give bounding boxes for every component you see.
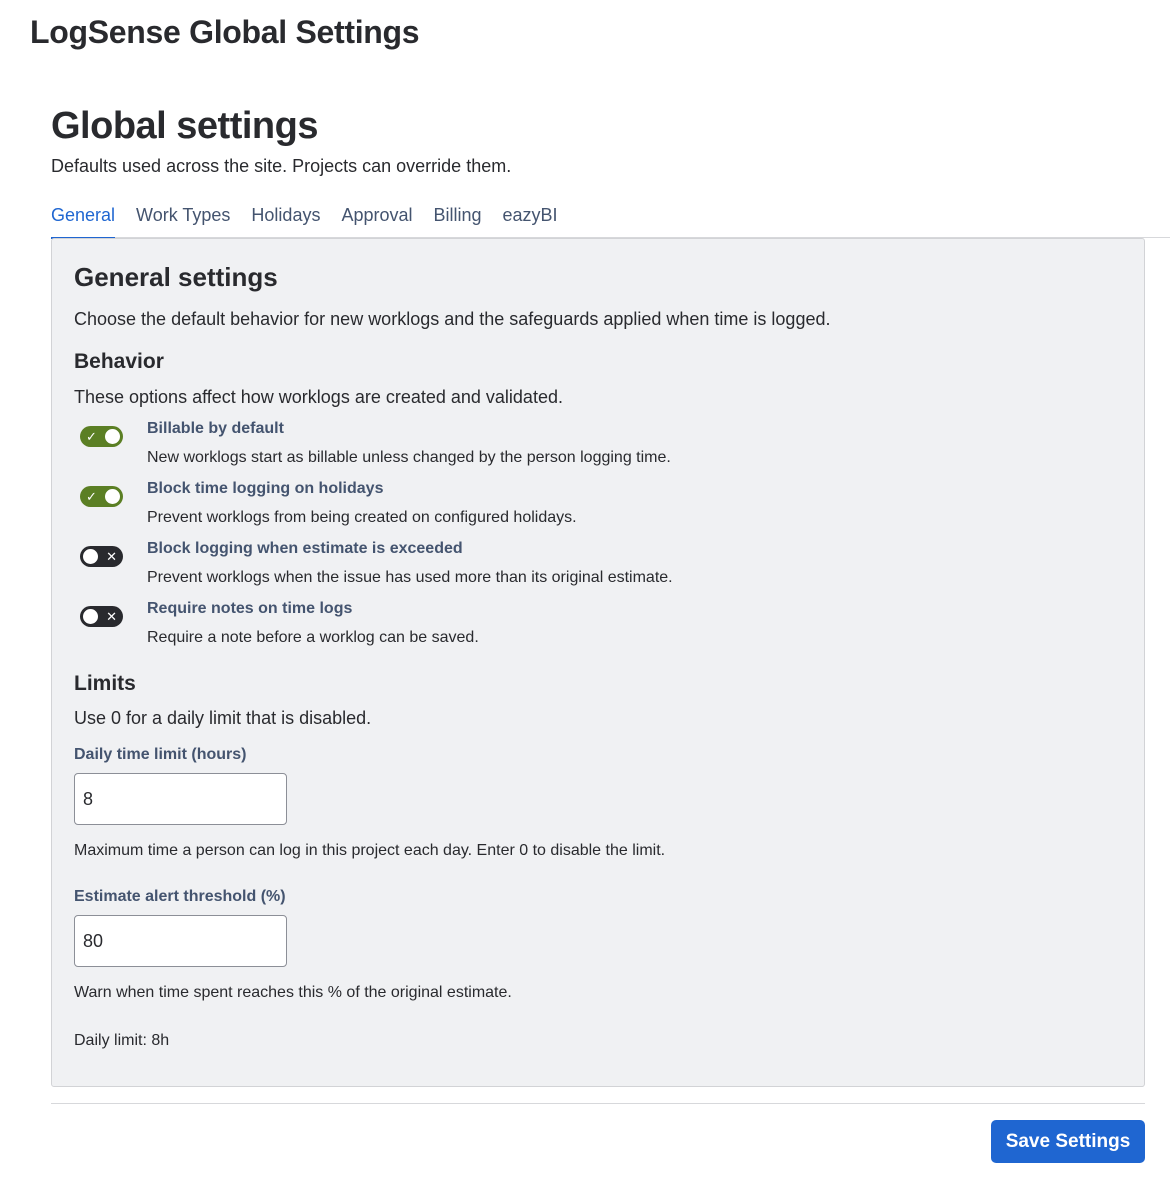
tab-billing[interactable]: Billing (434, 200, 482, 238)
limits-description: Use 0 for a daily limit that is disabled… (74, 708, 372, 728)
toggle-help: Prevent worklogs when the issue has used… (147, 569, 673, 586)
billable-toggle[interactable]: ✓ (80, 426, 123, 447)
check-icon: ✓ (86, 489, 97, 504)
toggle-help: New worklogs start as billable unless ch… (147, 449, 671, 466)
toggle-help: Require a note before a worklog can be s… (147, 629, 479, 646)
toggle-label: Require notes on time logs (147, 600, 353, 617)
general-settings-panel: General settings Choose the default beha… (51, 238, 1145, 1087)
settings-page: Global settings Defaults used across the… (51, 104, 1170, 1087)
daily-limit-input[interactable] (74, 773, 287, 825)
estimate-threshold-field: Estimate alert threshold (%) Warn when t… (74, 887, 1122, 1003)
tab-approval[interactable]: Approval (341, 200, 412, 238)
toggle-knob (83, 549, 98, 564)
cross-icon: ✕ (106, 549, 117, 564)
settings-tabs: General Work Types Holidays Approval Bil… (51, 200, 1170, 239)
page-subtitle: Defaults used across the site. Projects … (51, 156, 512, 176)
daily-limit-help: Maximum time a person can log in this pr… (74, 842, 666, 859)
toggle-row-estimate: ✕ Block logging when estimate is exceede… (74, 539, 1122, 588)
daily-limit-field: Daily time limit (hours) Maximum time a … (74, 745, 1122, 861)
save-settings-button[interactable]: Save Settings (991, 1120, 1145, 1163)
cross-icon: ✕ (106, 609, 117, 624)
tab-eazybi[interactable]: eazyBI (503, 200, 558, 238)
toggle-label: Block logging when estimate is exceeded (147, 540, 463, 557)
check-icon: ✓ (86, 429, 97, 444)
tab-general[interactable]: General (51, 200, 116, 239)
estimate-threshold-help: Warn when time spent reaches this % of t… (74, 984, 512, 1001)
behavior-heading: Behavior (74, 350, 164, 373)
tab-holidays[interactable]: Holidays (251, 200, 320, 238)
toggle-row-holidays: ✓ Block time logging on holidays Prevent… (74, 479, 1122, 528)
require-notes-toggle[interactable]: ✕ (80, 606, 123, 627)
estimate-threshold-label: Estimate alert threshold (%) (74, 888, 286, 905)
toggle-label: Billable by default (147, 420, 284, 437)
block-holidays-toggle[interactable]: ✓ (80, 486, 123, 507)
toggle-row-notes: ✕ Require notes on time logs Require a n… (74, 599, 1122, 648)
toggle-knob (105, 489, 120, 504)
daily-limit-label: Daily time limit (hours) (74, 746, 247, 763)
toggle-knob (83, 609, 98, 624)
toggle-row-billable: ✓ Billable by default New worklogs start… (74, 419, 1122, 468)
toggle-help: Prevent worklogs from being created on c… (147, 509, 577, 526)
panel-title: General settings (74, 262, 278, 292)
page-title: Global settings (51, 105, 318, 147)
block-estimate-toggle[interactable]: ✕ (80, 546, 123, 567)
footer-divider (51, 1103, 1145, 1104)
limits-heading: Limits (74, 672, 136, 695)
toggle-knob (105, 429, 120, 444)
app-title: LogSense Global Settings (30, 14, 420, 50)
tab-work-types[interactable]: Work Types (136, 200, 230, 238)
toggle-label: Block time logging on holidays (147, 480, 384, 497)
behavior-description: These options affect how worklogs are cr… (74, 387, 563, 407)
daily-limit-status: Daily limit: 8h (74, 1032, 170, 1049)
estimate-threshold-input[interactable] (74, 915, 287, 967)
panel-description: Choose the default behavior for new work… (74, 309, 831, 329)
